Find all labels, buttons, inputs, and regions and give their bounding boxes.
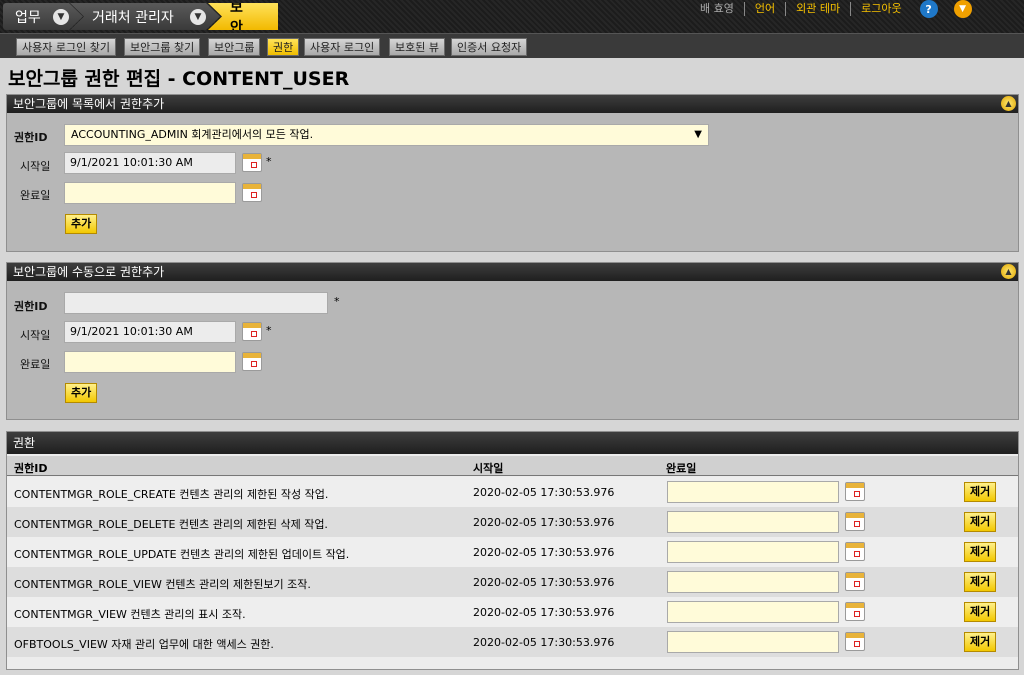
calendar-icon[interactable] bbox=[845, 632, 865, 651]
help-icon[interactable]: ? bbox=[919, 0, 938, 18]
end-date-input[interactable] bbox=[667, 511, 839, 533]
user-name: 배 효영 bbox=[700, 2, 734, 15]
add-button[interactable]: 추가 bbox=[65, 383, 98, 403]
panel-add-manual: 보안그룹에 수동으로 권한추가 ▲ 권한ID * 시작일 9/1/2021 10… bbox=[6, 262, 1019, 420]
calendar-icon[interactable] bbox=[845, 572, 865, 591]
start-date-cell: 2020-02-05 17:30:53.976 bbox=[473, 636, 615, 649]
panel-title: 보안그룹에 수동으로 권한추가 bbox=[13, 265, 165, 279]
start-date-cell: 2020-02-05 17:30:53.976 bbox=[473, 516, 615, 529]
chevron-down-icon: ▼ bbox=[694, 129, 702, 140]
nav-crumb-label: 거래처 관리자 bbox=[92, 9, 174, 26]
permission-id-cell: CONTENTMGR_ROLE_DELETE 컨텐츠 관리의 제한된 삭제 작업… bbox=[14, 518, 328, 531]
end-date-input[interactable] bbox=[667, 481, 839, 503]
permission-id-label: 권한ID bbox=[14, 131, 48, 144]
calendar-icon[interactable] bbox=[845, 482, 865, 501]
end-date-label: 완료일 bbox=[20, 358, 51, 371]
add-button[interactable]: 추가 bbox=[65, 214, 98, 234]
table-row: CONTENTMGR_ROLE_DELETE 컨텐츠 관리의 제한된 삭제 작업… bbox=[7, 507, 1018, 537]
collapse-icon[interactable]: ▲ bbox=[1001, 96, 1016, 111]
table-row: CONTENTMGR_ROLE_UPDATE 컨텐츠 관리의 제한된 업데이트 … bbox=[7, 537, 1018, 567]
permission-id-cell: OFBTOOLS_VIEW 자재 관리 업무에 대한 액세스 권한. bbox=[14, 638, 274, 651]
permission-id-cell: CONTENTMGR_ROLE_UPDATE 컨텐츠 관리의 제한된 업데이트 … bbox=[14, 548, 350, 561]
permission-id-cell: CONTENTMGR_ROLE_CREATE 컨텐츠 관리의 제한된 작성 작업… bbox=[14, 488, 329, 501]
column-header-start: 시작일 bbox=[473, 462, 504, 475]
nav-crumb-label: 업무 bbox=[15, 9, 41, 26]
permission-id-input[interactable] bbox=[64, 292, 328, 314]
end-date-input[interactable] bbox=[667, 571, 839, 593]
logout-link[interactable]: 로그아웃 bbox=[850, 2, 911, 16]
panel-header: 권환 bbox=[7, 432, 1018, 454]
nav-crumb-work[interactable]: 업무 ▼ bbox=[3, 3, 83, 30]
top-nav-bar: 업무 ▼ 거래처 관리자 ▼ 보안 배 효영 언어 외관 테마 로그아웃 ? ▼ bbox=[0, 0, 1024, 33]
theme-link[interactable]: 외관 테마 bbox=[785, 2, 850, 16]
panel-header: 보안그룹에 목록에서 권한추가 ▲ bbox=[7, 95, 1018, 113]
start-date-input[interactable]: 9/1/2021 10:01:30 AM bbox=[64, 152, 236, 174]
nav-crumb-label: 보안 bbox=[230, 0, 243, 36]
tab-permission[interactable]: 권한 bbox=[267, 38, 300, 56]
required-marker: * bbox=[266, 324, 272, 337]
table-header: 권한ID 시작일 완료일 bbox=[7, 456, 1018, 476]
main-content: 보안그룹 권한 편집 - CONTENT_USER 보안그룹에 목록에서 권한추… bbox=[0, 58, 1024, 675]
panel-add-from-list: 보안그룹에 목록에서 권한추가 ▲ 권한ID ACCOUNTING_ADMIN … bbox=[6, 94, 1019, 252]
chevron-down-icon[interactable]: ▼ bbox=[190, 9, 206, 25]
tab-find-security-group[interactable]: 보안그룹 찾기 bbox=[124, 38, 201, 56]
tab-find-user-login[interactable]: 사용자 로그인 찾기 bbox=[16, 38, 116, 56]
language-link[interactable]: 언어 bbox=[743, 2, 785, 16]
required-marker: * bbox=[334, 295, 340, 308]
table-row: CONTENTMGR_VIEW 컨텐츠 관리의 표시 조작. 2020-02-0… bbox=[7, 597, 1018, 627]
remove-button[interactable]: 제거 bbox=[964, 572, 997, 592]
start-date-cell: 2020-02-05 17:30:53.976 bbox=[473, 576, 615, 589]
panel-permissions: 권환 권한ID 시작일 완료일 CONTENTMGR_ROLE_CREATE 컨… bbox=[6, 431, 1019, 670]
tab-user-login[interactable]: 사용자 로그인 bbox=[304, 38, 381, 56]
remove-button[interactable]: 제거 bbox=[964, 542, 997, 562]
end-date-input[interactable] bbox=[64, 351, 236, 373]
permission-id-cell: CONTENTMGR_ROLE_VIEW 컨텐츠 관리의 제한된보기 조작. bbox=[14, 578, 311, 591]
calendar-icon[interactable] bbox=[242, 322, 262, 341]
end-date-input[interactable] bbox=[667, 601, 839, 623]
page-title: 보안그룹 권한 편집 - CONTENT_USER bbox=[8, 68, 350, 90]
permission-id-cell: CONTENTMGR_VIEW 컨텐츠 관리의 표시 조작. bbox=[14, 608, 246, 621]
sub-nav-bar: 사용자 로그인 찾기 보안그룹 찾기 보안그룹 권한 사용자 로그인 보호된 뷰… bbox=[0, 33, 1024, 58]
calendar-icon[interactable] bbox=[242, 352, 262, 371]
start-date-cell: 2020-02-05 17:30:53.976 bbox=[473, 606, 615, 619]
start-date-label: 시작일 bbox=[20, 160, 51, 173]
calendar-icon[interactable] bbox=[845, 542, 865, 561]
end-date-label: 완료일 bbox=[20, 189, 51, 202]
end-date-input[interactable] bbox=[667, 631, 839, 653]
calendar-icon[interactable] bbox=[242, 183, 262, 202]
tab-protected-view[interactable]: 보호된 뷰 bbox=[389, 38, 445, 56]
table-row: CONTENTMGR_ROLE_CREATE 컨텐츠 관리의 제한된 작성 작업… bbox=[7, 477, 1018, 507]
tab-security-group[interactable]: 보안그룹 bbox=[208, 38, 261, 56]
chevron-down-icon[interactable]: ▼ bbox=[53, 9, 69, 25]
remove-button[interactable]: 제거 bbox=[964, 512, 997, 532]
remove-button[interactable]: 제거 bbox=[964, 602, 997, 622]
start-date-cell: 2020-02-05 17:30:53.976 bbox=[473, 546, 615, 559]
table-row: CONTENTMGR_ROLE_VIEW 컨텐츠 관리의 제한된보기 조작. 2… bbox=[7, 567, 1018, 597]
collapse-icon[interactable]: ▲ bbox=[1001, 264, 1016, 279]
remove-button[interactable]: 제거 bbox=[964, 482, 997, 502]
start-date-label: 시작일 bbox=[20, 329, 51, 342]
utility-links: 배 효영 언어 외관 테마 로그아웃 ? ▼ bbox=[690, 0, 980, 18]
calendar-icon[interactable] bbox=[845, 602, 865, 621]
column-header-permission-id: 권한ID bbox=[14, 462, 48, 475]
calendar-icon[interactable] bbox=[845, 512, 865, 531]
start-date-input[interactable]: 9/1/2021 10:01:30 AM bbox=[64, 321, 236, 343]
start-date-cell: 2020-02-05 17:30:53.976 bbox=[473, 486, 615, 499]
nav-crumb-partner-manager[interactable]: 거래처 관리자 ▼ bbox=[70, 3, 220, 30]
end-date-input[interactable] bbox=[667, 541, 839, 563]
column-header-end: 완료일 bbox=[666, 462, 697, 475]
end-date-input[interactable] bbox=[64, 182, 236, 204]
calendar-icon[interactable] bbox=[242, 153, 262, 172]
permission-id-select[interactable]: ACCOUNTING_ADMIN 회계관리에서의 모든 작업. ▼ bbox=[64, 124, 709, 146]
table-row: OFBTOOLS_VIEW 자재 관리 업무에 대한 액세스 권한. 2020-… bbox=[7, 627, 1018, 657]
remove-button[interactable]: 제거 bbox=[964, 632, 997, 652]
chevron-down-icon[interactable]: ▼ bbox=[953, 0, 972, 18]
panel-title: 권환 bbox=[13, 436, 36, 450]
panel-title: 보안그룹에 목록에서 권한추가 bbox=[13, 97, 165, 111]
required-marker: * bbox=[266, 155, 272, 168]
panel-header: 보안그룹에 수동으로 권한추가 ▲ bbox=[7, 263, 1018, 281]
permission-id-label: 권한ID bbox=[14, 300, 48, 313]
permission-id-selected: ACCOUNTING_ADMIN 회계관리에서의 모든 작업. bbox=[71, 128, 314, 141]
tab-cert-requester[interactable]: 인증서 요청자 bbox=[451, 38, 528, 56]
